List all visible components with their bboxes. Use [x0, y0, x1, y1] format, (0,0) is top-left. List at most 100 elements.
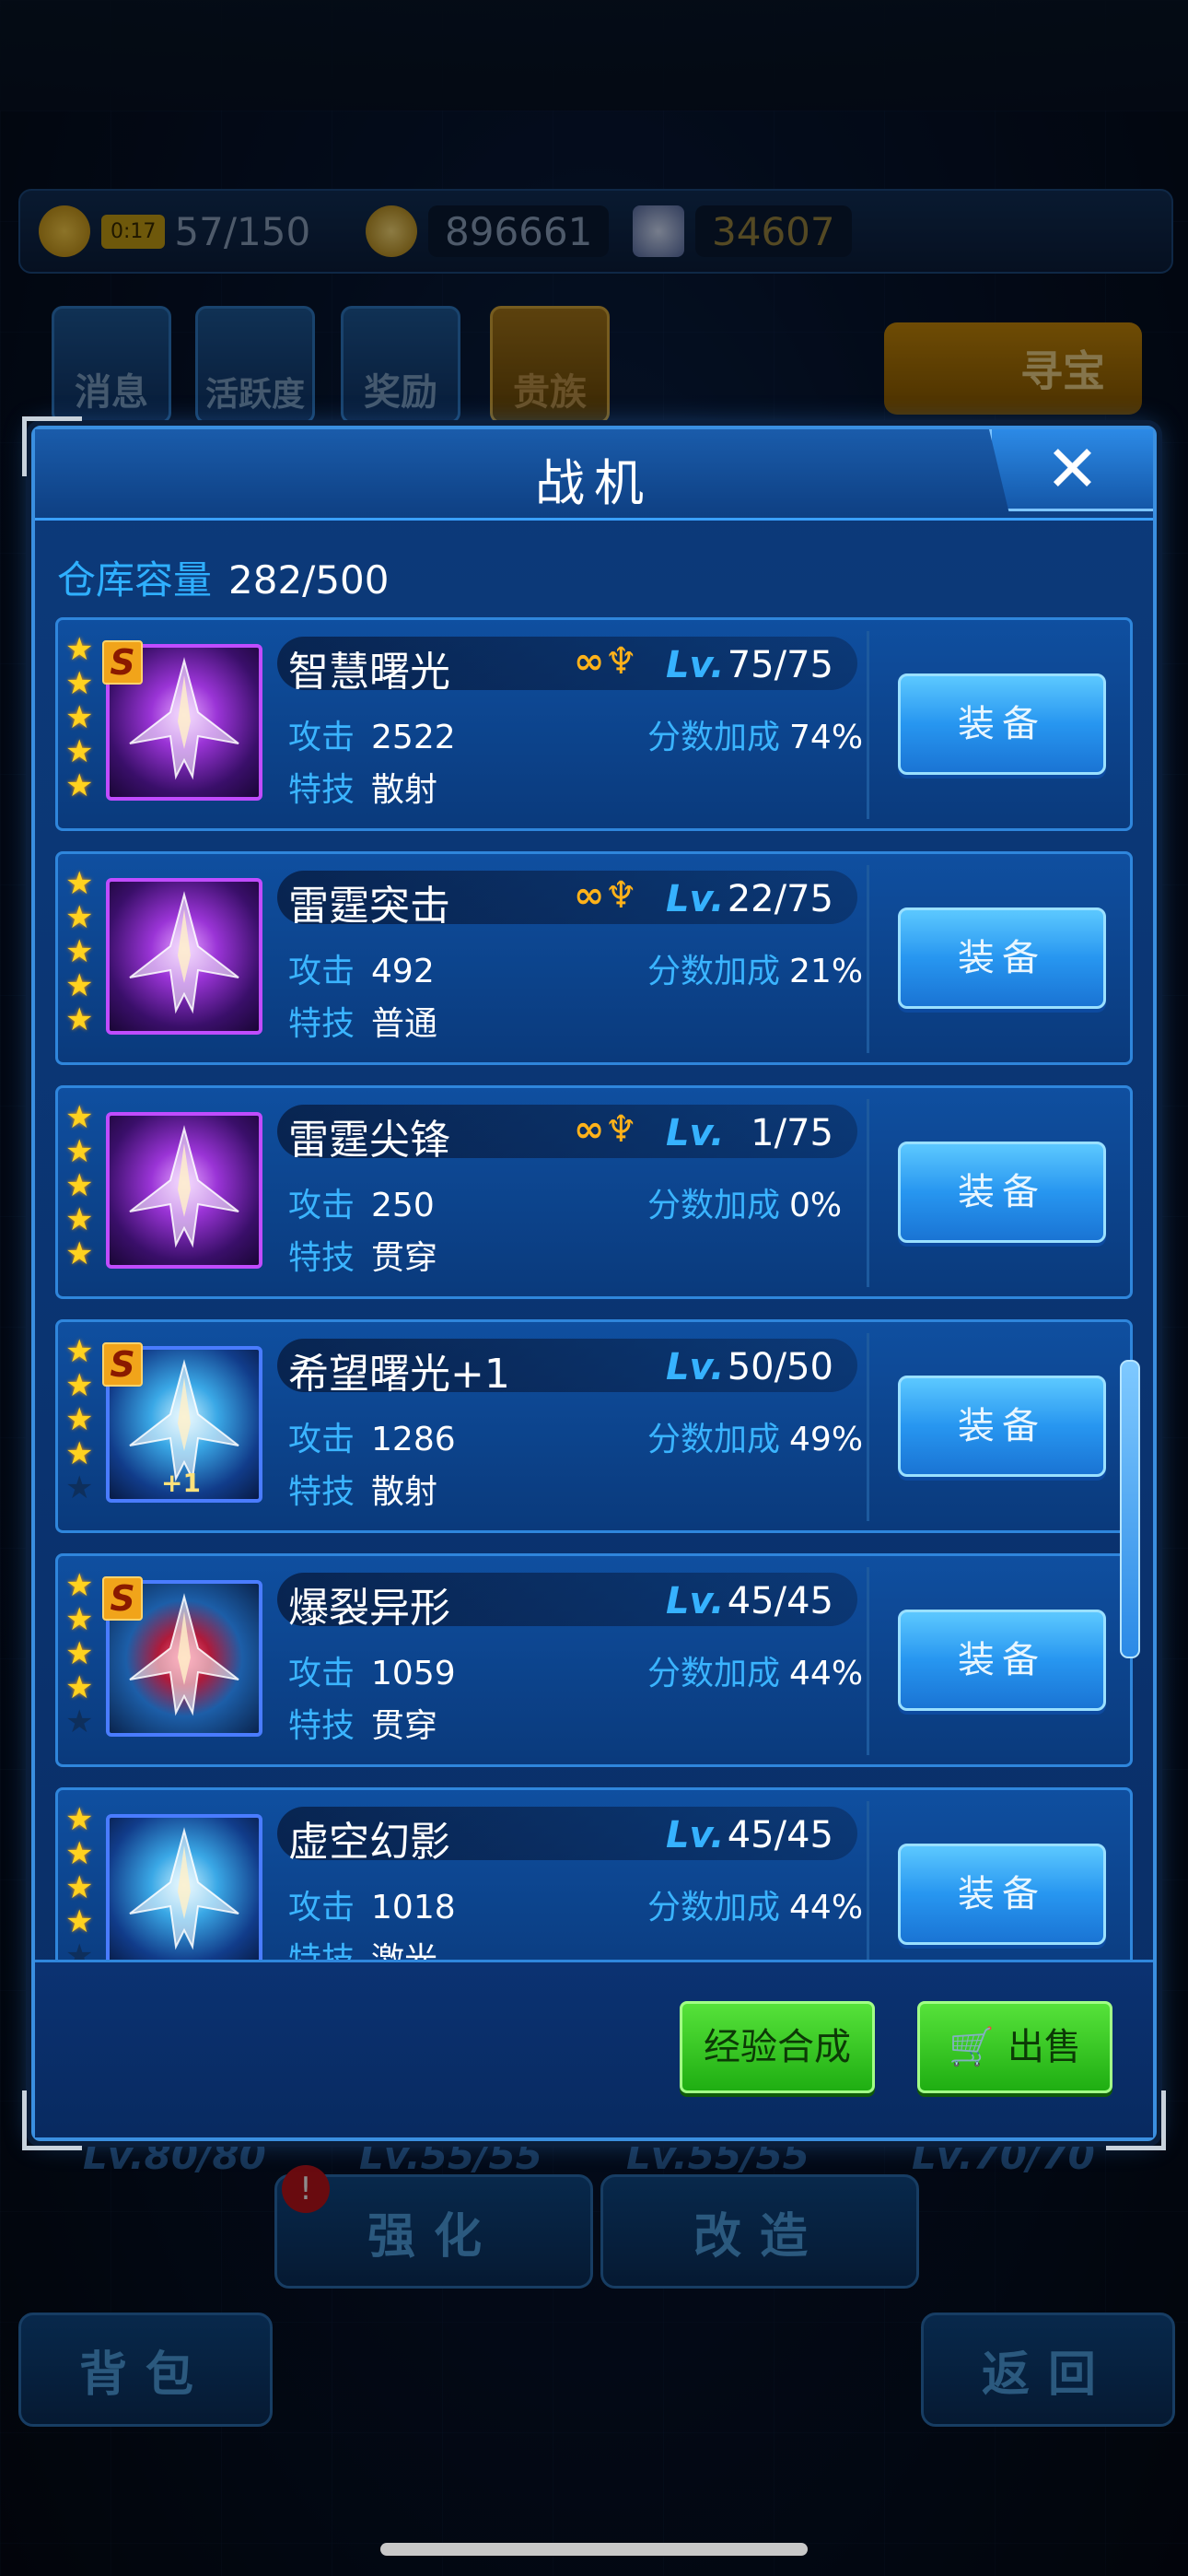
skill-row: 特技 贯穿	[288, 1231, 437, 1279]
bonus-label: 分数加成	[647, 1421, 781, 1458]
fighter-jet-icon[interactable]	[106, 1112, 262, 1269]
bonus-label: 分数加成	[647, 1655, 781, 1692]
bonus-row: 分数加成 21%	[647, 944, 863, 992]
star-rating: ★ ★ ★ ★ ★	[65, 1801, 102, 1963]
capacity-value: 282/500	[228, 557, 390, 603]
skill-label: 特技	[288, 771, 355, 809]
star-icon: ★	[65, 1235, 94, 1272]
fighter-name: 雷霆突击	[288, 883, 450, 930]
star-icon: ★	[65, 1167, 94, 1204]
fighter-card[interactable]: ★ ★ ★ ★ ★ 虚空幻影 Lv. 45/45 攻击 1018 分数加成 44% 特技 激光…	[55, 1787, 1133, 1962]
card-divider	[867, 1567, 869, 1755]
fighter-card[interactable]: ★ ★ ★ ★ ★ S 爆裂异形 Lv. 45/45 攻击 1059 分数加成 44% 特技…	[55, 1553, 1133, 1767]
attack-row: 攻击 2522	[288, 710, 456, 758]
bonus-value: 44%	[789, 1889, 864, 1926]
modal-title: 战机	[535, 454, 653, 512]
skill-row: 特技 普通	[288, 997, 437, 1045]
skill-value: 普通	[371, 1005, 438, 1043]
star-icon: ★	[65, 631, 94, 668]
level-label: Lv.	[666, 1814, 725, 1856]
fighter-card[interactable]: ★ ★ ★ ★ ★ S +1 希望曙光+1 Lv. 50/50 攻击 1286 分数加成 4…	[55, 1319, 1133, 1533]
fighter-level: 45/45	[727, 1580, 833, 1622]
star-icon: ★	[65, 665, 94, 702]
fighter-jet-icon[interactable]	[106, 1814, 262, 1962]
star-icon: ★	[65, 1401, 94, 1438]
skill-label: 特技	[288, 1473, 355, 1511]
attack-label: 攻击	[288, 719, 355, 756]
attack-row: 攻击 1059	[288, 1646, 456, 1694]
star-icon: ★	[65, 899, 94, 936]
fighter-card[interactable]: ★ ★ ★ ★ ★ 雷霆尖锋 ∞♆ Lv. 1/75 攻击 250 分数加成 0% 特技 贯穿…	[55, 1085, 1133, 1299]
star-icon: ★	[65, 1567, 94, 1604]
star-icon: ★	[65, 865, 94, 902]
star-icon: ★	[65, 967, 94, 1004]
attack-label: 攻击	[288, 953, 355, 990]
skill-value: 散射	[371, 1473, 438, 1511]
fighter-level: 75/75	[727, 644, 833, 686]
card-divider	[867, 1333, 869, 1521]
sell-button[interactable]: 🛒 出售	[917, 2001, 1112, 2093]
close-button[interactable]: ✕	[989, 429, 1153, 511]
bonus-value: 44%	[789, 1655, 864, 1692]
modal-footer: 经验合成 🛒 出售	[35, 1960, 1153, 2137]
star-icon: ★	[65, 767, 94, 804]
equip-button[interactable]: 装备	[898, 673, 1106, 775]
equip-button[interactable]: 装备	[898, 1142, 1106, 1243]
attack-value: 1018	[371, 1889, 456, 1926]
star-icon: ★	[65, 1001, 94, 1038]
upgrade-plus-badge: +1	[161, 1468, 201, 1498]
modal-header: 战机 ✕	[35, 429, 1153, 521]
fighter-card[interactable]: ★ ★ ★ ★ ★ S 智慧曙光 ∞♆ Lv. 75/75 攻击 2522 分数加成 74%…	[55, 617, 1133, 831]
attack-value: 1286	[371, 1421, 456, 1458]
exp-merge-button[interactable]: 经验合成	[680, 2001, 875, 2093]
bonus-label: 分数加成	[647, 953, 781, 990]
fighter-card[interactable]: ★ ★ ★ ★ ★ 雷霆突击 ∞♆ Lv. 22/75 攻击 492 分数加成 21% 特技…	[55, 851, 1133, 1065]
skill-row: 特技 贯穿	[288, 1699, 437, 1747]
storage-capacity: 仓库容量 282/500	[57, 549, 390, 605]
s-rank-badge: S	[102, 1342, 143, 1387]
skill-row: 特技 激光	[288, 1933, 437, 1962]
equip-button[interactable]: 装备	[898, 1844, 1106, 1945]
skill-row: 特技 散射	[288, 1465, 437, 1513]
attack-value: 2522	[371, 719, 456, 756]
star-icon: ★	[65, 1333, 94, 1370]
attack-row: 攻击 1018	[288, 1880, 456, 1928]
bonus-row: 分数加成 0%	[647, 1178, 842, 1226]
fighter-modal: 战机 ✕ 仓库容量 282/500 ★ ★ ★ ★ ★ S 智慧曙光 ∞♆ Lv. 75/…	[22, 416, 1166, 2150]
card-divider	[867, 865, 869, 1053]
fighter-level: 50/50	[727, 1346, 833, 1388]
home-indicator[interactable]	[380, 2543, 808, 2556]
equip-button[interactable]: 装备	[898, 1376, 1106, 1477]
fighter-list[interactable]: ★ ★ ★ ★ ★ S 智慧曙光 ∞♆ Lv. 75/75 攻击 2522 分数加成 74%…	[55, 617, 1133, 1962]
star-icon: ★	[65, 1099, 94, 1136]
star-icon: ★	[65, 1801, 94, 1838]
bonus-value: 74%	[789, 719, 864, 756]
level-label: Lv.	[666, 1346, 725, 1388]
bonus-value: 21%	[789, 953, 864, 990]
fighter-level: 45/45	[727, 1814, 833, 1856]
star-rating: ★ ★ ★ ★ ★	[65, 1101, 102, 1271]
attack-row: 攻击 250	[288, 1178, 435, 1226]
star-icon: ★	[65, 1469, 94, 1506]
skill-label: 特技	[288, 1239, 355, 1277]
attack-row: 攻击 1286	[288, 1412, 456, 1460]
bonus-row: 分数加成 74%	[647, 710, 863, 758]
equip-button[interactable]: 装备	[898, 907, 1106, 1009]
attack-value: 492	[371, 953, 435, 990]
fighter-jet-icon[interactable]	[106, 878, 262, 1035]
attack-value: 250	[371, 1187, 435, 1224]
star-icon: ★	[65, 1835, 94, 1872]
bonus-row: 分数加成 44%	[647, 1880, 863, 1928]
skill-value: 贯穿	[371, 1707, 438, 1745]
list-scrollbar[interactable]	[1120, 1360, 1140, 1658]
skill-value: 贯穿	[371, 1239, 438, 1277]
skill-label: 特技	[288, 1005, 355, 1043]
star-icon: ★	[65, 1133, 94, 1170]
equip-button[interactable]: 装备	[898, 1610, 1106, 1711]
fighter-level: 22/75	[727, 878, 833, 920]
skill-row: 特技 散射	[288, 763, 437, 811]
level-label: Lv.	[666, 1580, 725, 1622]
star-icon: ★	[65, 1903, 94, 1940]
s-rank-badge: S	[102, 1576, 143, 1621]
link-chain-icon: ∞♆	[574, 640, 638, 683]
